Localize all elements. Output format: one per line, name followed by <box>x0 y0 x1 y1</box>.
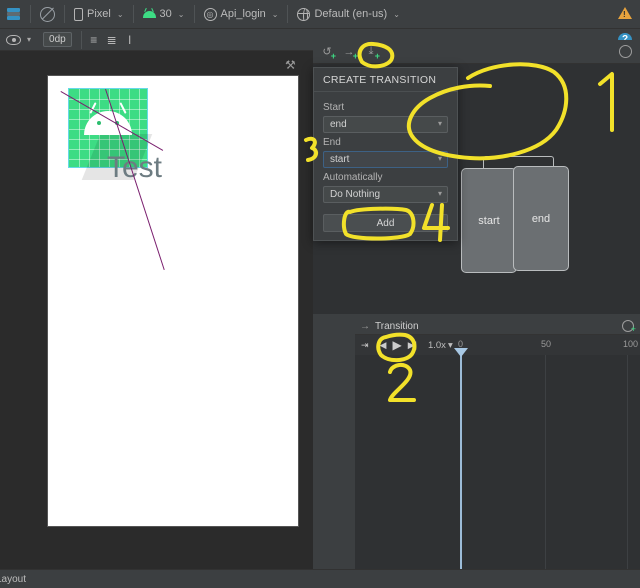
annotation-circle-states <box>406 62 569 161</box>
annotation-number-4 <box>422 203 450 242</box>
annotation-number-3 <box>304 136 319 162</box>
android-studio-motion-editor: Pixel ⌄ 30 ⌄ ◎ Api_login ⌄ Default (en-u… <box>0 0 640 588</box>
annotation-circle-toolbar <box>357 41 395 69</box>
annotation-number-2 <box>388 363 416 402</box>
annotation-overlay <box>304 41 614 402</box>
annotation-circle-play <box>376 332 417 363</box>
annotation-box-add <box>341 206 416 241</box>
annotation-number-1 <box>598 72 614 132</box>
